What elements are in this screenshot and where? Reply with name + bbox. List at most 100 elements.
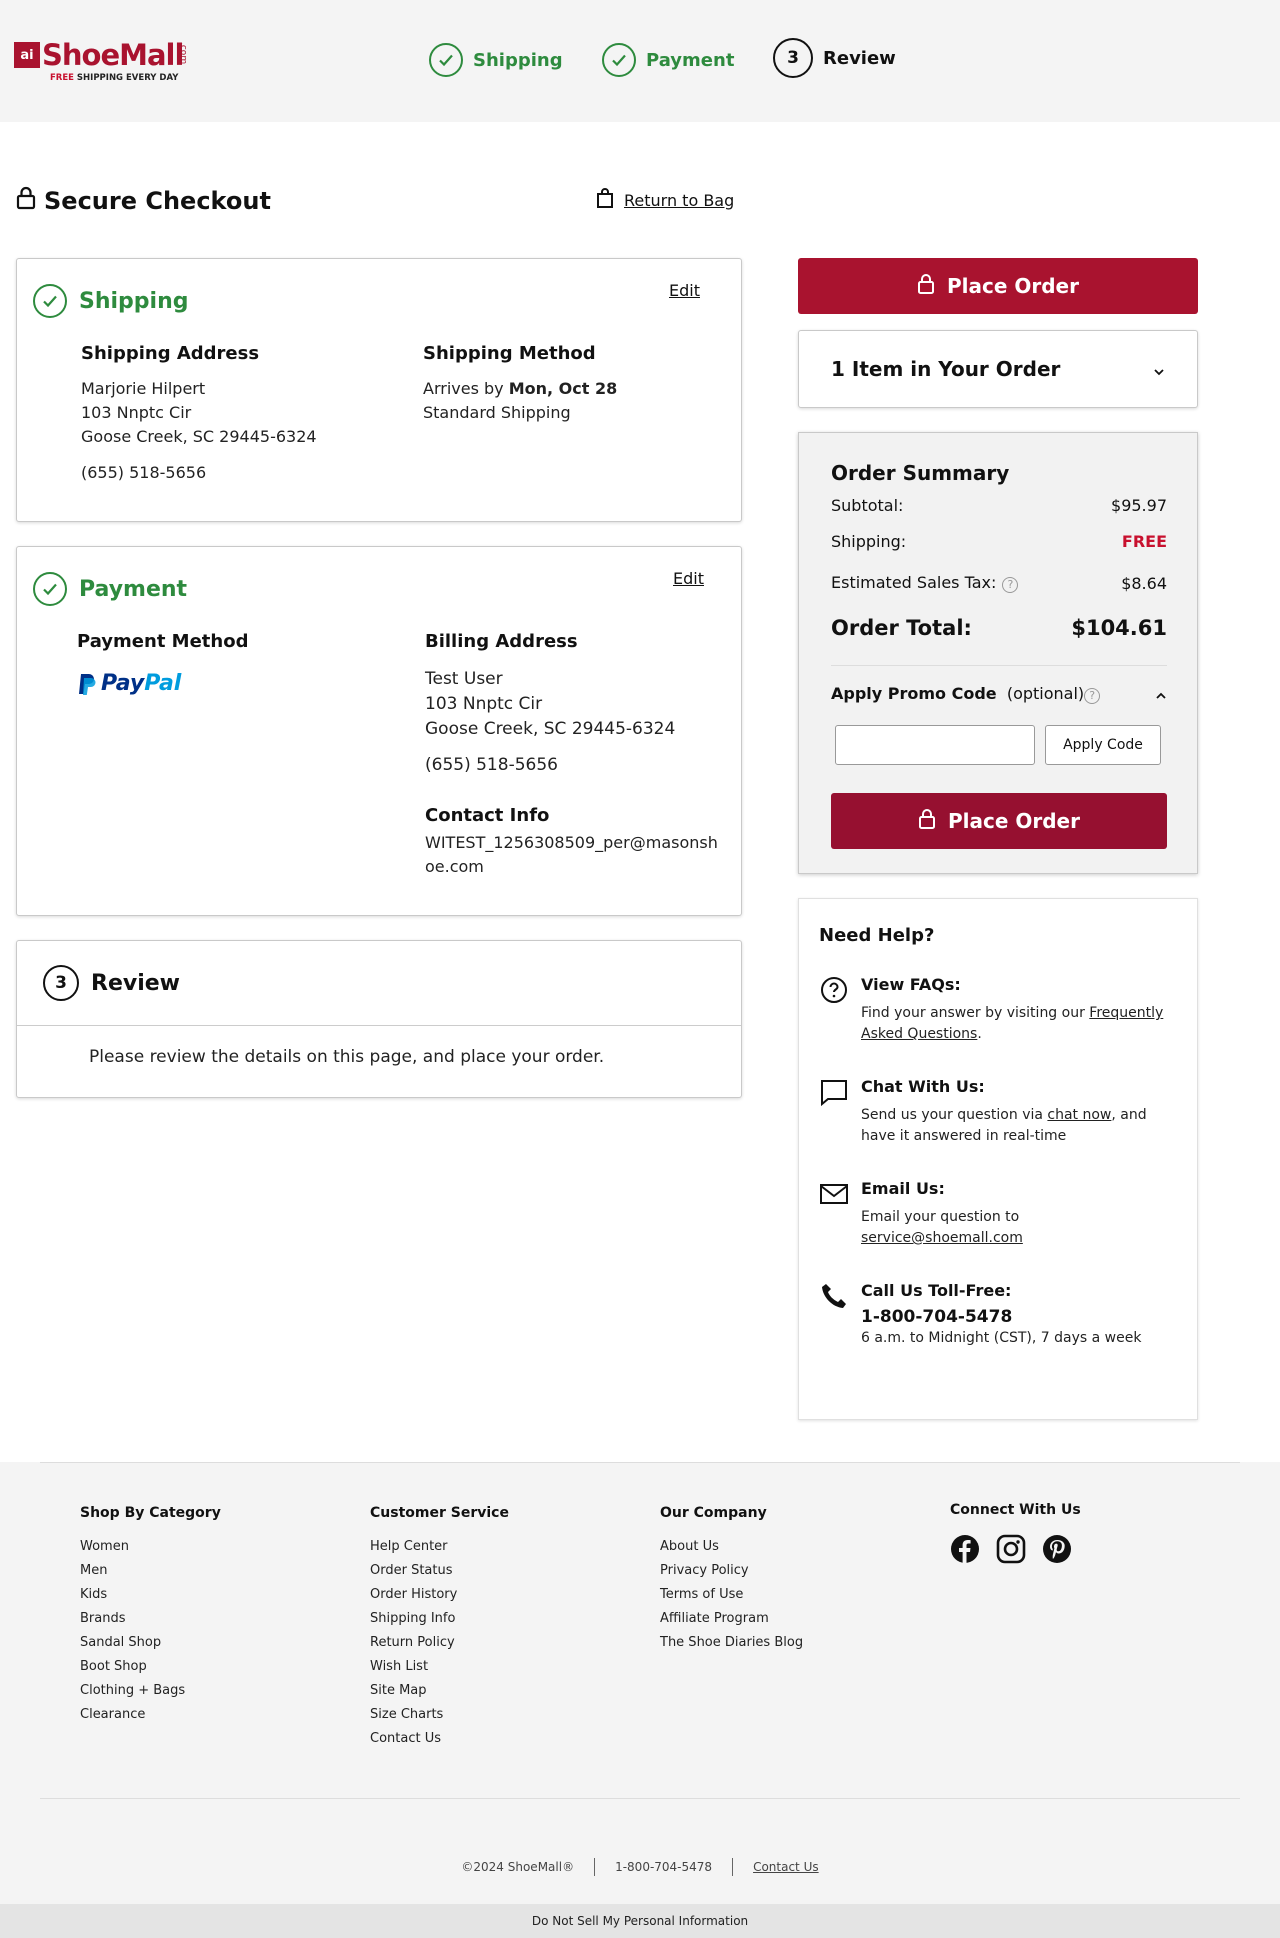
footer-link[interactable]: Affiliate Program: [660, 1611, 803, 1635]
faq-link[interactable]: Asked Questions: [861, 1026, 977, 1042]
footer-link[interactable]: Contact Us: [370, 1731, 509, 1755]
step-label: Review: [823, 47, 896, 69]
footer-link[interactable]: Boot Shop: [80, 1659, 221, 1683]
chevron-up-icon: [1155, 685, 1167, 704]
place-order-button-top[interactable]: Place Order: [798, 258, 1198, 314]
subtotal-value: $95.97: [1111, 495, 1167, 515]
pinterest-icon[interactable]: [1042, 1534, 1072, 1566]
footer-connect: Connect With Us: [950, 1502, 1081, 1568]
shipping-row: Shipping: FREE: [831, 531, 1167, 551]
billing-street: 103 Nnptc Cir: [425, 694, 543, 714]
payment-section: Payment Edit Payment Method Pay Pal Billi…: [16, 546, 742, 916]
footer-link[interactable]: Help Center: [370, 1539, 509, 1563]
logo-tagline: FREE SHIPPING EVERY DAY: [50, 73, 179, 83]
faq-item: View FAQs: Find your answer by visiting …: [819, 975, 1163, 1055]
place-order-button[interactable]: Place Order: [831, 793, 1167, 849]
contact-email: WITEST_1256308509_per@masonsh oe.com: [425, 833, 718, 876]
need-help-panel: Need Help? View FAQs: Find your answer b…: [798, 898, 1198, 1420]
need-help-title: Need Help?: [819, 925, 935, 946]
phone-number[interactable]: 1-800-704-5478: [861, 1307, 1171, 1328]
shoemall-logo[interactable]: ai ShoeMall .com FREE SHIPPING EVERY DAY: [14, 38, 189, 86]
footer-customer-service: Customer Service Help Center Order Statu…: [370, 1505, 509, 1755]
arrival-date: Mon, Oct 28: [508, 379, 618, 398]
shipping-method: Arrives by Mon, Oct 28 Standard Shipping: [423, 377, 617, 425]
billing-phone: (655) 518-5656: [425, 755, 558, 775]
paypal-icon: [79, 673, 96, 695]
footer-bottom-links: ©2024 ShoeMall® 1-800-704-5478 Contact U…: [0, 1858, 1280, 1876]
payment-method-title: Payment Method: [77, 631, 249, 652]
logo-mark: ai: [14, 42, 40, 68]
shipping-address-title: Shipping Address: [81, 343, 260, 364]
call-item: Call Us Toll-Free: 1-800-704-5478 6 a.m. …: [819, 1281, 1159, 1361]
total-value: $104.61: [1071, 616, 1167, 640]
footer-link[interactable]: Kids: [80, 1587, 221, 1611]
footer-contact-link[interactable]: Contact Us: [753, 1860, 819, 1874]
check-icon: [602, 43, 636, 77]
chat-now-link[interactable]: chat now: [1047, 1107, 1111, 1123]
footer-link[interactable]: Shipping Info: [370, 1611, 509, 1635]
footer-link[interactable]: Terms of Use: [660, 1587, 803, 1611]
return-to-bag-link[interactable]: Return to Bag: [596, 188, 734, 212]
promo-toggle[interactable]: Apply Promo Code (optional)?: [831, 681, 1167, 707]
footer-link[interactable]: Return Policy: [370, 1635, 509, 1659]
shipping-method-title: Shipping Method: [423, 343, 596, 364]
divider: [40, 1798, 1240, 1799]
check-icon: [33, 284, 67, 318]
instagram-icon[interactable]: [996, 1534, 1026, 1566]
payment-heading: Payment: [33, 572, 187, 606]
lock-icon: [918, 808, 936, 835]
footer-link[interactable]: Size Charts: [370, 1707, 509, 1731]
paypal-logo: Pay Pal: [77, 671, 181, 696]
footer-link[interactable]: Men: [80, 1563, 221, 1587]
footer-link[interactable]: Brands: [80, 1611, 221, 1635]
phone-icon: [819, 1281, 849, 1311]
step-number: 3: [773, 38, 813, 78]
progress-step-review: 3 Review: [773, 38, 896, 78]
footer-link[interactable]: Order Status: [370, 1563, 509, 1587]
items-count: 1 Item in Your Order: [831, 357, 1061, 381]
order-items-toggle[interactable]: 1 Item in Your Order: [798, 330, 1198, 408]
recipient-name: Marjorie Hilpert: [81, 379, 206, 398]
footer-link[interactable]: Sandal Shop: [80, 1635, 221, 1659]
divider: [831, 665, 1167, 666]
email-link[interactable]: service@shoemall.com: [861, 1230, 1023, 1246]
footer-link[interactable]: Privacy Policy: [660, 1563, 803, 1587]
shipping-value: FREE: [1121, 531, 1167, 551]
street: 103 Nnptc Cir: [81, 403, 192, 422]
footer-link[interactable]: Clearance: [80, 1707, 221, 1731]
review-section: 3 Review Please review the details on th…: [16, 940, 742, 1098]
footer-link[interactable]: About Us: [660, 1539, 803, 1563]
review-heading: 3 Review: [43, 965, 180, 1001]
footer-link[interactable]: Site Map: [370, 1683, 509, 1707]
divider: [732, 1858, 734, 1876]
footer-phone[interactable]: 1-800-704-5478: [615, 1860, 712, 1874]
faq-link[interactable]: Frequently: [1089, 1005, 1163, 1021]
copyright: ©2024 ShoeMall®: [461, 1860, 575, 1874]
review-message: Please review the details on this page, …: [89, 1047, 605, 1067]
help-icon[interactable]: ?: [1002, 576, 1019, 593]
logo-suffix: .com: [178, 42, 188, 65]
edit-payment-link[interactable]: Edit: [673, 569, 704, 588]
method-name: Standard Shipping: [423, 403, 571, 422]
promo-code-input[interactable]: [835, 725, 1035, 765]
footer-link[interactable]: The Shoe Diaries Blog: [660, 1635, 803, 1659]
billing-address: Test User 103 Nnptc Cir Goose Creek, SC …: [425, 667, 675, 778]
edit-shipping-link[interactable]: Edit: [669, 281, 700, 300]
question-circle-icon: [819, 975, 849, 1005]
footer-link[interactable]: Wish List: [370, 1659, 509, 1683]
footer-shop-by-category: Shop By Category Women Men Kids Brands S…: [80, 1505, 221, 1731]
phone: (655) 518-5656: [81, 463, 207, 482]
do-not-sell-link[interactable]: Do Not Sell My Personal Information: [0, 1904, 1280, 1938]
contact-info-title: Contact Info: [425, 805, 550, 826]
facebook-icon[interactable]: [950, 1534, 980, 1566]
step-label: Payment: [646, 49, 735, 71]
apply-code-button[interactable]: Apply Code: [1045, 725, 1161, 765]
subtotal-row: Subtotal: $95.97: [831, 495, 1167, 515]
help-icon[interactable]: ?: [1084, 687, 1101, 704]
footer-link[interactable]: Women: [80, 1539, 221, 1563]
footer-link[interactable]: Clothing + Bags: [80, 1683, 221, 1707]
tax-value: $8.64: [1121, 573, 1167, 593]
total-row: Order Total: $104.61: [831, 616, 1167, 640]
check-icon: [33, 572, 67, 606]
footer-link[interactable]: Order History: [370, 1587, 509, 1611]
